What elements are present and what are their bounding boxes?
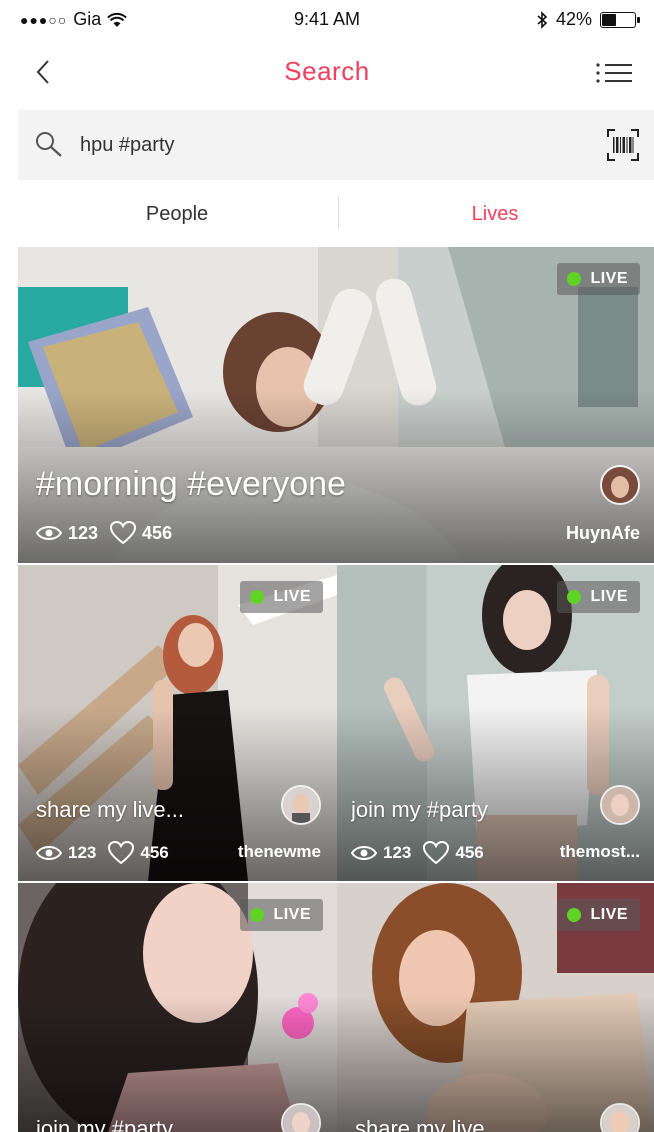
- list-icon: [596, 63, 632, 83]
- like-count: 456: [455, 843, 484, 862]
- heart-icon: [423, 841, 450, 865]
- eye-icon: [36, 526, 62, 540]
- view-count: 123: [383, 843, 412, 862]
- heart-icon: [108, 841, 135, 865]
- heart-icon: [110, 521, 137, 545]
- status-bar: ●●●○○ Gia 9:41 AM 42%: [0, 0, 654, 40]
- search-bar: [18, 110, 654, 180]
- live-card[interactable]: LIVE join my #party: [18, 883, 337, 1132]
- eye-icon: [351, 846, 377, 860]
- battery-group: 42%: [536, 9, 640, 30]
- live-card[interactable]: LIVE share my live: [337, 883, 654, 1132]
- like-count: 456: [140, 843, 169, 862]
- like-count: 456: [142, 522, 173, 543]
- live-label: LIVE: [590, 270, 628, 287]
- stream-stats: 123 456: [351, 841, 484, 865]
- battery-icon: [600, 11, 640, 28]
- stream-title: join my #party: [36, 1116, 173, 1132]
- stream-stats: 123 456: [36, 521, 172, 545]
- live-card[interactable]: LIVE join my #party 123 456 themost...: [337, 565, 654, 881]
- live-badge: LIVE: [557, 899, 640, 931]
- avatar-image: [283, 787, 319, 823]
- live-label: LIVE: [273, 588, 311, 605]
- live-dot: [567, 908, 582, 922]
- stream-stats: 123 456: [36, 841, 169, 865]
- search-icon: [36, 132, 62, 157]
- live-badge: LIVE: [557, 263, 640, 295]
- search-input[interactable]: [80, 130, 560, 160]
- stream-title: #morning #everyone: [36, 465, 346, 503]
- list-menu-button[interactable]: [594, 58, 634, 88]
- live-badge: LIVE: [240, 581, 323, 613]
- page-title: Search: [284, 56, 370, 86]
- battery-fill: [602, 13, 617, 26]
- live-dot: [250, 908, 265, 922]
- live-badge: LIVE: [240, 899, 323, 931]
- username[interactable]: thenewme: [238, 842, 321, 862]
- live-label: LIVE: [590, 906, 628, 923]
- live-dot: [250, 590, 265, 604]
- eye-icon: [36, 846, 62, 860]
- stream-title: share my live: [355, 1116, 485, 1132]
- avatar-image: [283, 1105, 319, 1132]
- battery-percent: 42%: [555, 9, 592, 29]
- live-card[interactable]: LIVE share my live... 123 456 thenewme: [18, 565, 337, 881]
- bluetooth-icon: [537, 10, 548, 29]
- avatar[interactable]: [600, 465, 640, 505]
- tab-divider: [338, 197, 339, 229]
- username[interactable]: themost...: [560, 842, 640, 862]
- live-dot: [567, 590, 582, 604]
- view-count: 123: [68, 522, 99, 543]
- username[interactable]: HuynAfe: [566, 523, 640, 544]
- live-badge: LIVE: [557, 581, 640, 613]
- tab-bar: People Lives: [18, 185, 654, 245]
- live-label: LIVE: [590, 588, 628, 605]
- avatar-image: [602, 787, 638, 823]
- avatar-image: [602, 467, 638, 503]
- avatar[interactable]: [281, 785, 321, 825]
- barcode-scan-icon[interactable]: [606, 128, 640, 162]
- avatar-image: [602, 1105, 638, 1132]
- avatar[interactable]: [600, 785, 640, 825]
- tab-people[interactable]: People: [18, 185, 336, 245]
- stream-title: join my #party: [351, 797, 488, 822]
- view-count: 123: [68, 843, 97, 862]
- nav-bar: Search: [0, 40, 654, 104]
- tab-lives[interactable]: Lives: [336, 185, 654, 245]
- stream-title: share my live...: [36, 797, 184, 822]
- live-label: LIVE: [273, 906, 311, 923]
- live-card[interactable]: LIVE #morning #everyone 123 456 HuynAfe: [18, 247, 654, 563]
- live-dot: [567, 272, 582, 286]
